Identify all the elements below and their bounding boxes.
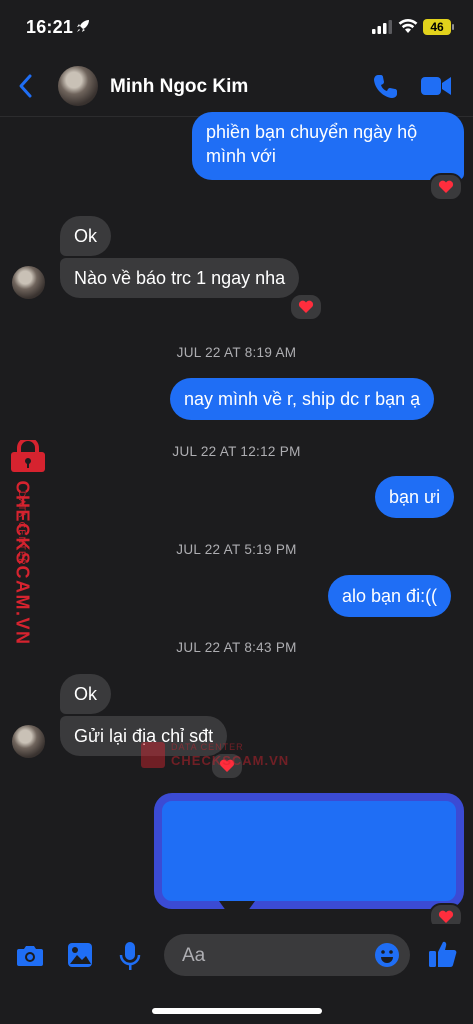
lock-logo-icon	[11, 440, 45, 472]
wifi-icon	[398, 18, 418, 33]
heart-reaction[interactable]	[289, 293, 323, 321]
message-text: mình với	[206, 146, 276, 166]
message-input[interactable]: Aa	[164, 934, 410, 976]
watermark-subtitle: DATA CENTER	[17, 491, 27, 566]
incoming-message[interactable]: Nào về báo trc 1 ngay nha	[60, 258, 300, 298]
timestamp: JUL 22 AT 8:19 AM	[176, 345, 297, 360]
outgoing-message[interactable]: bạn ưi	[375, 476, 455, 518]
watermark-center: DATA CENTER CHECKSCAM.VN	[141, 742, 301, 770]
contact-avatar-small[interactable]	[12, 266, 45, 299]
camera-icon[interactable]	[16, 943, 44, 967]
watermark-subtitle: DATA CENTER	[171, 742, 244, 752]
heart-icon	[298, 300, 314, 313]
contact-avatar[interactable]	[58, 66, 98, 106]
photo-icon[interactable]	[67, 942, 93, 968]
timestamp: JUL 22 AT 5:19 PM	[176, 542, 297, 557]
heart-icon	[438, 180, 454, 193]
thumbs-up-icon[interactable]	[428, 939, 458, 969]
signal-icon	[372, 20, 392, 34]
mic-icon[interactable]	[119, 941, 141, 971]
heart-icon	[438, 910, 454, 923]
video-icon[interactable]	[420, 74, 452, 98]
heart-reaction[interactable]	[429, 173, 463, 201]
status-bar: 16:21 46	[0, 0, 473, 56]
contact-avatar-small[interactable]	[12, 725, 45, 758]
lock-logo-icon	[141, 742, 165, 768]
watermark-brand: CHECKSCAM.VN	[171, 753, 290, 768]
outgoing-message[interactable]: nay mình về r, ship dc r bạn ạ	[170, 378, 435, 420]
phone-icon[interactable]	[370, 72, 400, 102]
timestamp: JUL 22 AT 12:12 PM	[172, 444, 301, 459]
incoming-message[interactable]: Ok	[60, 216, 112, 256]
status-time: 16:21	[26, 17, 74, 37]
message-input-placeholder: Aa	[182, 945, 206, 966]
timestamp: JUL 22 AT 8:43 PM	[176, 640, 297, 655]
battery-tip	[452, 24, 454, 30]
watermark-side: CHECKSCAM.VN DATA CENTER	[4, 440, 54, 646]
emoji-icon[interactable]	[374, 942, 400, 968]
redacted-attachment[interactable]	[154, 793, 464, 909]
home-indicator[interactable]	[152, 1008, 322, 1014]
chat-header: Minh Ngoc Kim	[0, 56, 473, 117]
incoming-message[interactable]: Ok	[60, 674, 112, 714]
battery-indicator: 46	[423, 19, 451, 35]
outgoing-message[interactable]: phiền bạn chuyển ngày hộ mình với	[192, 112, 464, 180]
contact-name[interactable]: Minh Ngoc Kim	[110, 76, 248, 98]
back-chevron-icon[interactable]	[14, 72, 40, 100]
outgoing-message[interactable]: alo bạn đi:((	[328, 575, 452, 617]
attachment-notch	[219, 901, 255, 911]
message-text: phiền bạn chuyển ngày hộ	[206, 122, 418, 142]
rocket-icon	[77, 20, 89, 32]
